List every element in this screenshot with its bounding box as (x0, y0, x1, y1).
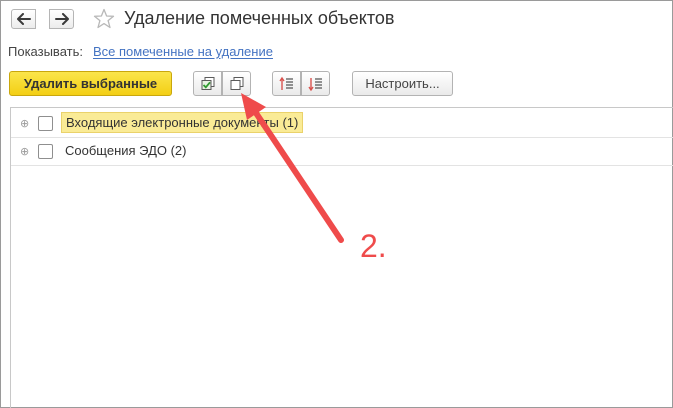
nav-separator (36, 9, 49, 29)
check-all-icon (201, 76, 214, 90)
expand-list-icon (278, 76, 293, 90)
check-all-button[interactable] (193, 71, 222, 96)
arrow-left-icon (16, 13, 31, 25)
star-icon (93, 8, 115, 29)
collapse-list-icon (307, 77, 322, 91)
page-title: Удаление помеченных объектов (124, 8, 395, 28)
row-checkbox[interactable] (38, 144, 53, 159)
tree-row-label[interactable]: Сообщения ЭДО (2) (61, 140, 191, 161)
plus-expander-icon[interactable]: ⊕ (20, 118, 29, 129)
row-checkbox[interactable] (38, 116, 53, 131)
tree-row-label[interactable]: Входящие электронные документы (1) (61, 112, 304, 133)
favorite-button[interactable] (93, 8, 115, 33)
collapse-all-button[interactable] (301, 71, 330, 96)
tree-row[interactable]: ⊕ Сообщения ЭДО (2) (11, 138, 673, 166)
plus-expander-icon[interactable]: ⊕ (20, 146, 29, 157)
objects-tree[interactable]: ⊕ Входящие электронные документы (1) ⊕ С… (10, 107, 673, 408)
arrow-right-icon (54, 13, 69, 25)
annotation-label: 2. (360, 228, 387, 264)
delete-selected-button[interactable]: Удалить выбранные (9, 71, 172, 96)
filter-link[interactable]: Все помеченные на удаление (93, 44, 273, 59)
expand-all-button[interactable] (272, 71, 301, 96)
tree-row[interactable]: ⊕ Входящие электронные документы (1) (11, 110, 673, 138)
back-button[interactable] (11, 9, 36, 29)
forward-button[interactable] (49, 9, 74, 29)
settings-button[interactable]: Настроить... (352, 71, 453, 96)
uncheck-all-button[interactable] (222, 71, 251, 96)
filter-label: Показывать: (8, 44, 83, 59)
uncheck-all-icon (230, 76, 243, 90)
